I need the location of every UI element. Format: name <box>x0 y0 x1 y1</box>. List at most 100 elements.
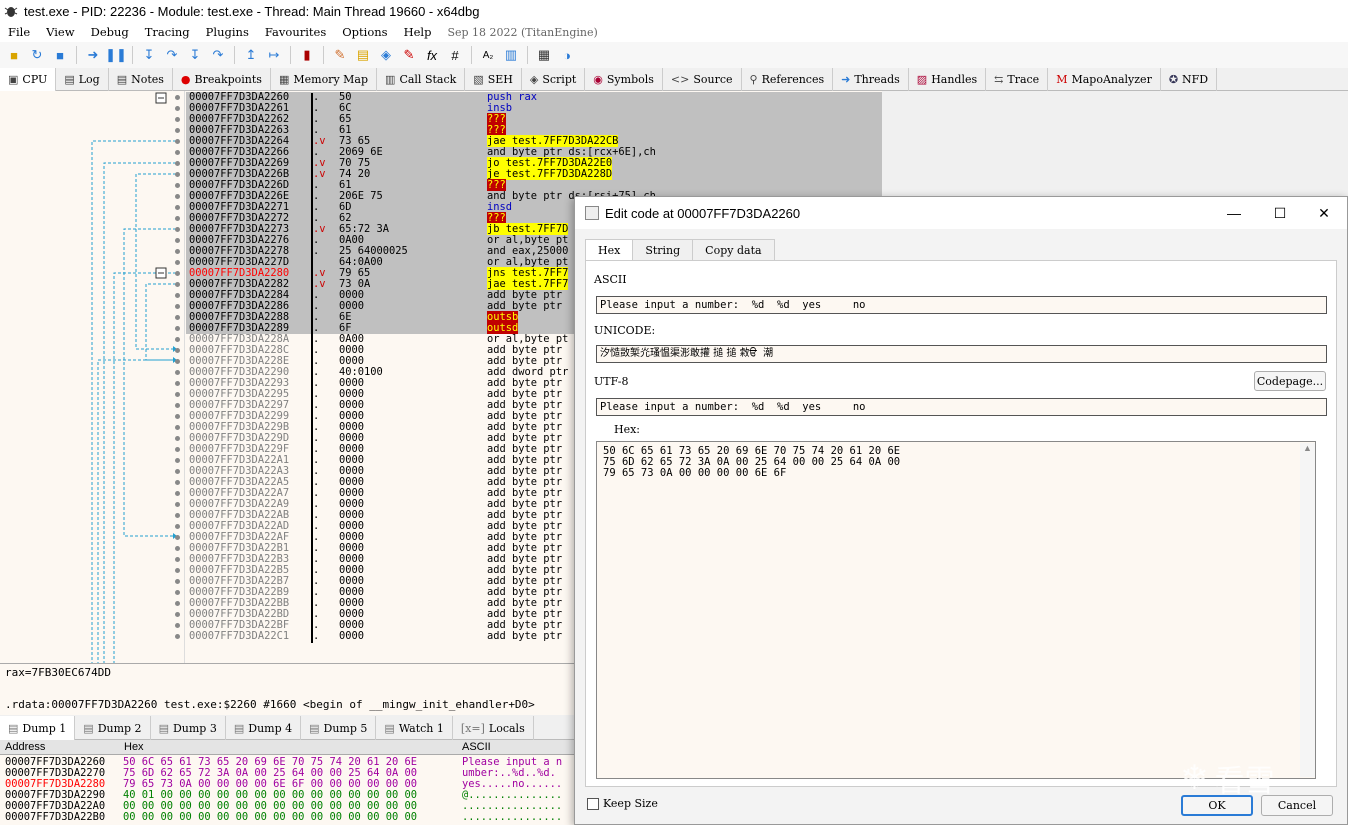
tab-seh[interactable]: ▧ SEH <box>465 68 522 91</box>
breakpoint-dot[interactable] <box>175 546 180 551</box>
breakpoint-dot[interactable] <box>175 249 180 254</box>
breakpoint-dot[interactable] <box>175 359 180 364</box>
tab-mapoanalyzer[interactable]: M MapoAnalyzer <box>1048 68 1161 91</box>
tab-breakpoints[interactable]: ● Breakpoints <box>173 68 271 91</box>
breakpoint-dot[interactable] <box>175 348 180 353</box>
comment-icon[interactable]: ✎ <box>330 45 350 65</box>
minimize-icon[interactable]: — <box>1211 197 1257 229</box>
breakpoint-dot[interactable] <box>175 271 180 276</box>
tab-handles[interactable]: ▨ Handles <box>909 68 987 91</box>
trace-into-icon[interactable]: ↧ <box>185 45 205 65</box>
breakpoint-dot[interactable] <box>175 447 180 452</box>
tab-trace[interactable]: ⇆ Trace <box>986 68 1049 91</box>
menu-plugins[interactable]: Plugins <box>198 25 257 39</box>
breakpoint-dot[interactable] <box>175 392 180 397</box>
menu-view[interactable]: View <box>38 25 82 39</box>
bookmark-icon[interactable]: ◈ <box>376 45 396 65</box>
dump-tab-dump-1[interactable]: ▤ Dump 1 <box>0 716 76 740</box>
hex-editor[interactable]: 50 6C 65 61 73 65 20 69 6E 70 75 74 20 6… <box>596 441 1316 779</box>
tab-script[interactable]: ◈ Script <box>522 68 586 91</box>
breakpoint-dot[interactable] <box>175 634 180 639</box>
pause-icon[interactable]: ❚❚ <box>105 45 127 65</box>
function-icon[interactable]: ✎ <box>399 45 419 65</box>
breakpoint-dot[interactable] <box>175 579 180 584</box>
breakpoint-dot[interactable] <box>175 535 180 540</box>
breakpoint-dot[interactable] <box>175 480 180 485</box>
restart-icon[interactable]: ↻ <box>27 45 47 65</box>
step-over-icon[interactable]: ↷ <box>162 45 182 65</box>
breakpoint-dot[interactable] <box>175 117 180 122</box>
breakpoint-dot[interactable] <box>175 381 180 386</box>
tab-hex[interactable]: Hex <box>585 239 634 261</box>
breakpoint-dot[interactable] <box>175 502 180 507</box>
breakpoint-dot[interactable] <box>175 403 180 408</box>
calculator-icon[interactable]: ▦ <box>534 45 554 65</box>
strings-icon[interactable]: A₂ <box>478 45 498 65</box>
breakpoint-dot[interactable] <box>175 139 180 144</box>
breakpoint-dot[interactable] <box>175 216 180 221</box>
breakpoint-dot[interactable] <box>175 524 180 529</box>
breakpoint-dot[interactable] <box>175 491 180 496</box>
breakpoint-dot[interactable] <box>175 337 180 342</box>
menu-tracing[interactable]: Tracing <box>137 25 198 39</box>
disasm-row[interactable]: 00007FF7D3DA2260. 50 push rax <box>186 92 882 103</box>
dump-tab-locals[interactable]: [x=] Locals <box>453 716 534 740</box>
breakpoint-dot[interactable] <box>175 128 180 133</box>
breakpoint-dot[interactable] <box>175 95 180 100</box>
disasm-row[interactable]: 00007FF7D3DA2262. 65??? <box>186 113 882 125</box>
patches-icon[interactable]: ▥ <box>501 45 521 65</box>
menu-options[interactable]: Options <box>334 25 395 39</box>
breakpoint-dot[interactable] <box>175 326 180 331</box>
breakpoint-dot[interactable] <box>175 194 180 199</box>
disasm-row[interactable]: 00007FF7D3DA2261. 6C insb <box>186 103 882 114</box>
dump-tab-watch-1[interactable]: ▤ Watch 1 <box>376 716 453 740</box>
hex-scrollbar[interactable]: ▲ <box>1300 443 1315 777</box>
dump-tab-dump-5[interactable]: ▤ Dump 5 <box>301 716 377 740</box>
breakpoint-dot[interactable] <box>175 612 180 617</box>
keep-size-checkbox[interactable] <box>587 797 599 810</box>
breakpoint-dot[interactable] <box>175 601 180 606</box>
tab-call-stack[interactable]: ▥ Call Stack <box>377 68 466 91</box>
breakpoint-dot[interactable] <box>175 469 180 474</box>
codepage-button[interactable]: Codepage... <box>1254 371 1326 391</box>
breakpoint-dot[interactable] <box>175 425 180 430</box>
label-icon[interactable]: ▤ <box>353 45 373 65</box>
tab-notes[interactable]: ▤ Notes <box>109 68 173 91</box>
breakpoint-dot[interactable] <box>175 260 180 265</box>
breakpoint-dot[interactable] <box>175 150 180 155</box>
run-icon[interactable]: ➜ <box>83 45 103 65</box>
hash-icon[interactable]: # <box>445 45 465 65</box>
menu-debug[interactable]: Debug <box>83 25 137 39</box>
utf8-field[interactable]: Please input a number: %d %d yes no <box>596 398 1327 416</box>
run-to-user-code-icon[interactable]: ↦ <box>264 45 284 65</box>
breakpoint-dot[interactable] <box>175 414 180 419</box>
tab-references[interactable]: ⚲ References <box>742 68 834 91</box>
tab-nfd[interactable]: ✪ NFD <box>1161 68 1218 91</box>
tab-copy-data[interactable]: Copy data <box>692 239 775 261</box>
execute-till-return-icon[interactable]: ↥ <box>241 45 261 65</box>
dump-tab-dump-2[interactable]: ▤ Dump 2 <box>75 716 151 740</box>
tab-memory-map[interactable]: ▦ Memory Map <box>271 68 378 91</box>
fx-icon[interactable]: fx <box>422 45 442 65</box>
breakpoint-dot[interactable] <box>175 436 180 441</box>
breakpoint-dot[interactable] <box>175 183 180 188</box>
breakpoint-dot[interactable] <box>175 304 180 309</box>
tab-cpu[interactable]: ▣ CPU <box>0 68 57 91</box>
breakpoint-dot[interactable] <box>175 370 180 375</box>
dump-tab-dump-3[interactable]: ▤ Dump 3 <box>151 716 226 740</box>
step-into-icon[interactable]: ↧ <box>139 45 159 65</box>
tab-symbols[interactable]: ◉ Symbols <box>585 68 663 91</box>
breakpoint-dot[interactable] <box>175 557 180 562</box>
breakpoint-dot[interactable] <box>175 568 180 573</box>
close-icon[interactable]: ✕ <box>1301 197 1347 229</box>
dump-view[interactable]: Address Hex ASCII 00007FF7D3DA2260 50 6C … <box>0 740 574 825</box>
scylla-icon[interactable]: ▮ <box>297 45 317 65</box>
breakpoint-dot[interactable] <box>175 623 180 628</box>
breakpoint-dot[interactable] <box>175 293 180 298</box>
globe-icon[interactable]: ◑ <box>557 45 577 65</box>
scroll-up-icon[interactable]: ▲ <box>1300 443 1315 453</box>
disasm-row[interactable]: 00007FF7D3DA226B .v 74 20 je test.7FF7D3DA2… <box>186 168 882 180</box>
menu-help[interactable]: Help <box>396 25 440 39</box>
maximize-icon[interactable]: ☐ <box>1257 197 1303 229</box>
breakpoint-dot[interactable] <box>175 315 180 320</box>
